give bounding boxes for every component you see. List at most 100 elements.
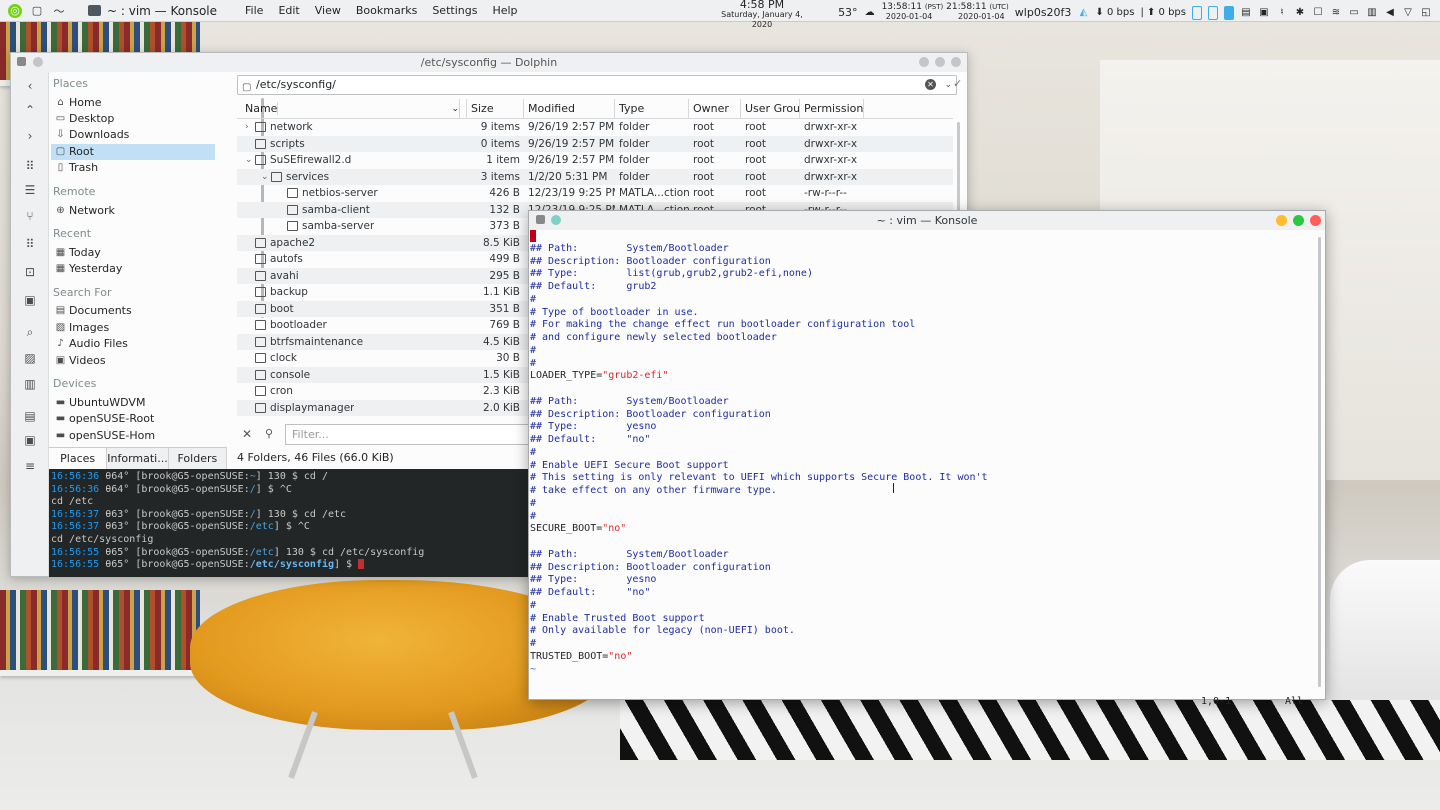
details-view-icon[interactable]: ⑂ [22,208,38,224]
places-item-home[interactable]: ⌂ Home [51,95,215,111]
up-icon[interactable]: ⌃ [22,102,38,118]
confirm-location-icon[interactable]: ✓ [953,77,962,90]
pst-clock[interactable]: 13:58:11 (PST) 21:58:11 (UTC) 2020-01-04… [882,3,1009,22]
active-window-title[interactable]: ~ : vim — Konsole [88,4,217,18]
menu-settings[interactable]: Settings [432,4,477,17]
split-view-icon[interactable]: ⠿ [22,236,38,252]
places-item-network[interactable]: ⊕ Network [51,203,215,219]
kde-connect-icon[interactable]: ☐ [1312,7,1324,19]
battery-icon[interactable]: ▭ [1348,7,1360,19]
places-item-root[interactable]: ▢ Root [51,144,215,160]
menu-edit[interactable]: Edit [278,4,299,17]
column-modified[interactable]: Modified [524,99,615,118]
vim-buffer[interactable]: ## Path: System/Bootloader ## Description… [529,230,1319,700]
calendar-icon: ▦ [55,247,66,258]
maximize-button[interactable] [935,57,945,67]
places-item-today[interactable]: ▦ Today [51,245,215,261]
places-item-desktop[interactable]: ▭ Desktop [51,111,215,127]
compact-view-icon[interactable]: ☰ [22,182,38,198]
places-panel-icon[interactable]: ▣ [22,292,38,308]
places-item-device[interactable]: ▬ UbuntuWDVM [51,395,215,411]
places-item-device[interactable]: ▬ openSUSE-Root [51,411,215,427]
menu-help[interactable]: Help [492,4,517,17]
table-row[interactable]: scripts 0 items 9/26/19 2:57 PM folder root r… [237,135,953,152]
terminal-panel-icon[interactable]: ▤ [22,408,38,424]
pin-button[interactable] [551,215,561,225]
column-type[interactable]: Type [615,99,689,118]
column-size[interactable]: Size [467,99,524,118]
weather-cloud-icon[interactable]: ☁ [864,7,876,19]
back-icon[interactable]: ‹ [22,78,38,94]
menu-view[interactable]: View [315,4,341,17]
file-permission: drwxr-xr-x [804,137,858,150]
close-button[interactable] [951,57,961,67]
places-item-device[interactable]: ▬ openSUSE-Hom [51,428,215,444]
chevron-down-icon[interactable]: ⌄ [257,169,269,186]
new-tab-icon[interactable]: ⊡ [22,264,38,280]
lock-icon[interactable]: ⚲ [265,427,273,440]
places-item-audio[interactable]: ♪ Audio Files [51,336,215,352]
bluetooth-icon[interactable]: ✱ [1294,7,1306,19]
column-owner[interactable]: Owner [689,99,741,118]
window-menu-icon[interactable] [536,215,545,224]
column-permission[interactable]: Permission [800,99,864,118]
close-filter-icon[interactable]: ✕ [242,427,252,441]
microphone-icon[interactable]: ♮ [1276,7,1288,19]
konsole-titlebar[interactable]: ~ : vim — Konsole [529,211,1325,230]
dolphin-titlebar[interactable]: /etc/sysconfig — Dolphin [11,53,967,72]
table-row[interactable]: netbios-server 426 B 12/23/19 9:25 PM MATLA… [237,185,953,202]
close-button[interactable] [1310,215,1321,226]
places-item-videos[interactable]: ▣ Videos [51,353,215,369]
minimize-button[interactable] [1276,215,1287,226]
forward-icon[interactable]: › [22,128,38,144]
search-icon[interactable]: ⌕ [22,324,38,340]
network-interface[interactable]: wlp0s20f3 [1015,6,1072,19]
config-comment: ## Description: Bootloader configuration [530,408,771,420]
places-item-images[interactable]: ▨ Images [51,320,215,336]
places-item-documents[interactable]: ▤ Documents [51,303,215,319]
weather-temp[interactable]: 53° [838,6,858,19]
information-panel-icon[interactable]: ▥ [22,376,38,392]
chevron-right-icon[interactable]: › [241,119,249,136]
pin-button[interactable] [33,57,43,67]
places-item-trash[interactable]: ▯ Trash [51,160,215,176]
location-bar[interactable]: ▢ /etc/sysconfig/ ✕ ⌄ [237,75,957,95]
preview-icon[interactable]: ▨ [22,350,38,366]
vim-line: # [529,638,1319,651]
table-row[interactable]: ⌄ SuSEfirewall2.d 1 item 9/26/19 2:57 PM fol… [237,152,953,169]
column-group[interactable]: User Group [741,99,800,118]
places-item-yesterday[interactable]: ▦ Yesterday [51,261,215,277]
desktop-pager-icon[interactable]: ▢ [30,4,44,18]
tab-information[interactable]: Informati... [107,448,169,469]
konsole-scrollbar[interactable] [1318,237,1321,687]
table-row[interactable]: › network 9 items 9/26/19 2:57 PM folder root… [237,119,953,136]
tab-folders[interactable]: Folders [169,448,227,469]
clear-location-icon[interactable]: ✕ [925,79,936,90]
terminal-icon[interactable]: ▣ [22,432,38,448]
chevron-down-icon[interactable]: ⌄ [944,76,952,94]
wifi-icon[interactable]: ≋ [1330,7,1342,19]
window-menu-icon[interactable] [17,57,26,66]
filter-input[interactable]: Filter... [285,424,545,445]
tray-expand-icon[interactable]: ▽ [1402,7,1414,19]
terminal-tail: ] $ ^C [273,521,310,533]
show-desktop-icon[interactable]: ◱ [1420,7,1432,19]
minimize-button[interactable] [919,57,929,67]
chevron-down-icon[interactable]: ⌄ [241,152,253,169]
menu-icon[interactable]: ≡ [22,458,38,474]
clipboard-icon[interactable]: ▤ [1240,7,1252,19]
maximize-button[interactable] [1293,215,1304,226]
tab-places[interactable]: Places [49,448,108,469]
volume-icon[interactable]: ◀ [1384,7,1396,19]
column-name[interactable]: Name ⌄ [237,99,467,119]
activity-icon[interactable]: 〜 [52,4,66,18]
clipboard-history-icon[interactable]: ▥ [1366,7,1378,19]
notes-icon[interactable]: ▣ [1258,7,1270,19]
app-launcher-icon[interactable]: ◎ [8,3,22,18]
digital-clock[interactable]: 4:58 PM Saturday, January 4, 2020 [712,0,812,30]
menu-bookmarks[interactable]: Bookmarks [356,4,417,17]
icons-view-icon[interactable]: ⠿ [22,158,38,174]
menu-file[interactable]: File [245,4,263,17]
table-row[interactable]: ⌄ services 3 items 1/2/20 5:31 PM folder root… [237,168,953,186]
places-item-downloads[interactable]: ⇩ Downloads [51,127,215,143]
